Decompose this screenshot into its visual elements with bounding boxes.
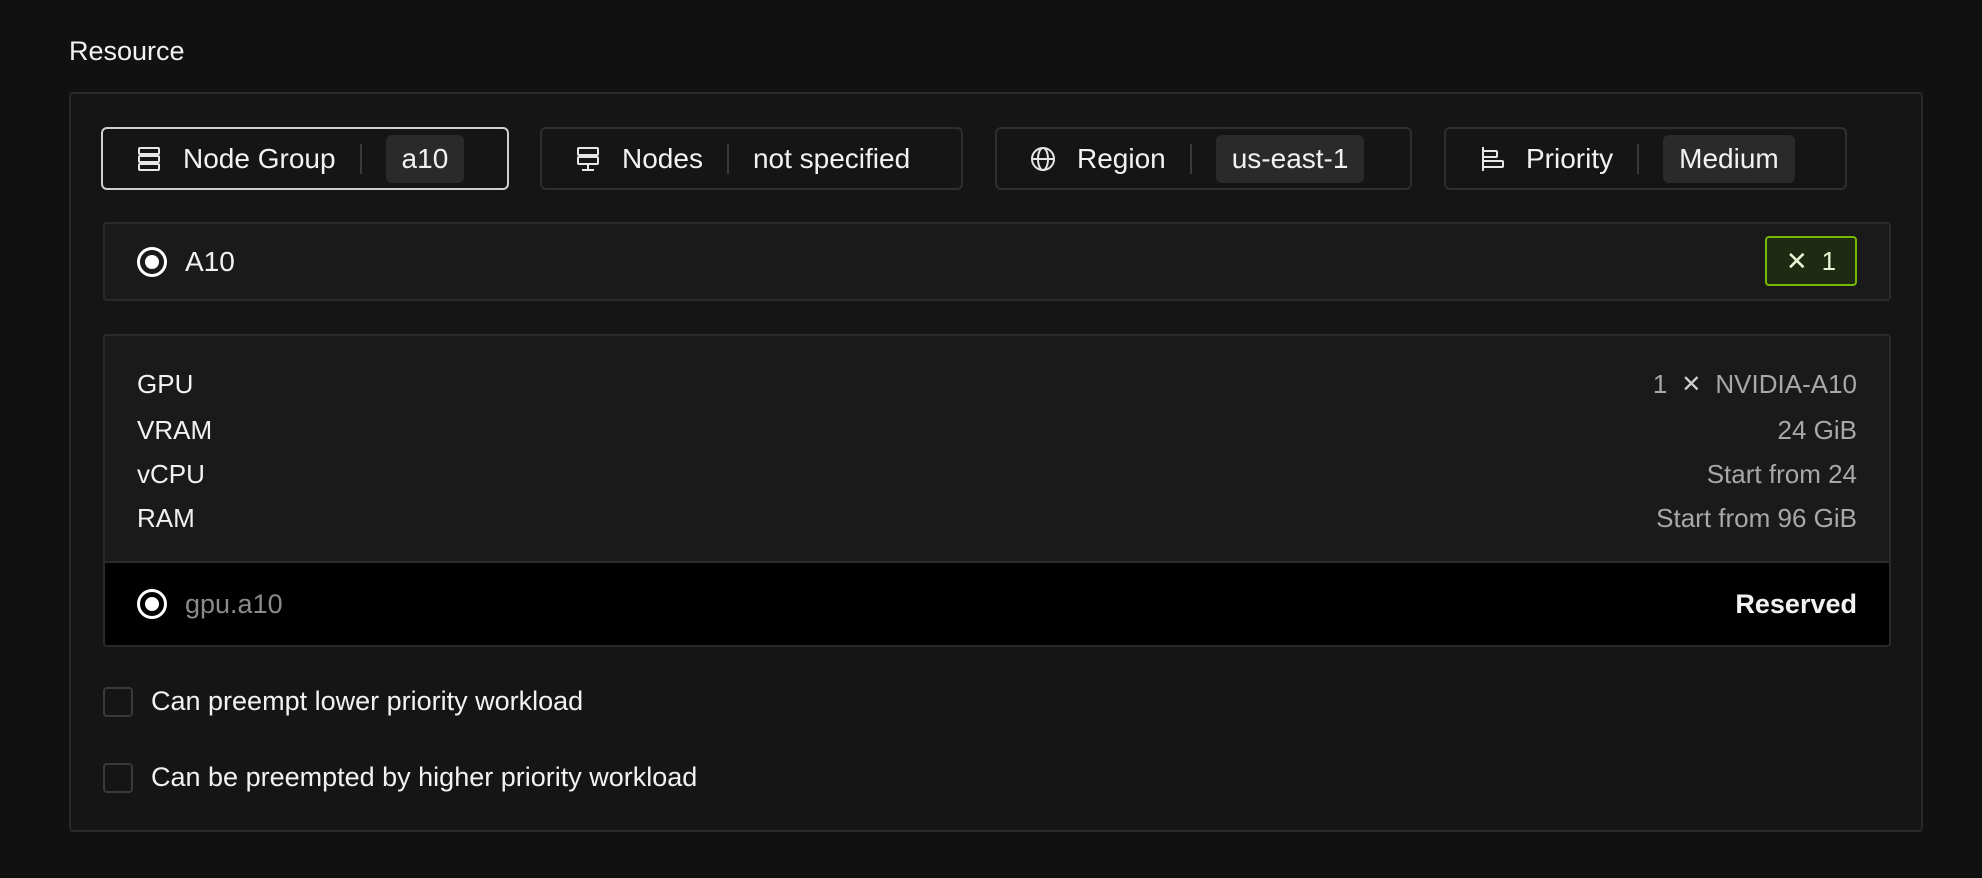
- instance-option[interactable]: gpu.a10 Reserved: [105, 561, 1889, 645]
- node-group-value: a10: [385, 134, 465, 183]
- radio-dot: [145, 254, 159, 269]
- divider: [1637, 143, 1640, 174]
- globe-icon: [1029, 145, 1057, 173]
- node-group-label: Node Group: [183, 142, 336, 174]
- divider: [359, 143, 362, 174]
- count-value: 1: [1821, 245, 1837, 276]
- spec-value: 24 GiB: [1777, 414, 1858, 445]
- checkbox-label: Can be preempted by higher priority work…: [151, 762, 698, 792]
- multiply-icon: ✕: [1681, 370, 1702, 398]
- spec-key: VRAM: [137, 414, 213, 445]
- spec-row-vram: VRAM 24 GiB: [137, 410, 1857, 450]
- radio-selected[interactable]: [137, 589, 167, 619]
- instance-name: gpu.a10: [185, 588, 283, 619]
- priority-icon: [1478, 145, 1506, 173]
- spec-key: vCPU: [137, 458, 205, 489]
- spec-key: GPU: [137, 368, 194, 399]
- spec-key: RAM: [137, 502, 195, 533]
- preempted-by-higher-option[interactable]: Can be preempted by higher priority work…: [103, 762, 697, 793]
- node-group-option-label: A10: [185, 245, 235, 277]
- region-filter[interactable]: Region us-east-1: [995, 127, 1412, 190]
- nodes-label: Nodes: [622, 142, 703, 174]
- spec-row-ram: RAM Start from 96 GiB: [137, 498, 1857, 538]
- radio-dot: [145, 597, 159, 611]
- checkbox-label: Can preempt lower priority workload: [151, 686, 584, 716]
- spec-box: GPU 1 ✕ NVIDIA-A10 VRAM 24 GiB vCPU Star…: [103, 334, 1891, 647]
- node-group-filter[interactable]: Node Group a10: [101, 127, 509, 190]
- server-icon: [574, 145, 602, 173]
- gpu-model: NVIDIA-A10: [1715, 368, 1857, 399]
- checkbox[interactable]: [103, 686, 133, 717]
- spec-row-gpu: GPU 1 ✕ NVIDIA-A10: [137, 364, 1857, 404]
- nodes-value: not specified: [752, 142, 911, 174]
- multiply-icon: ✕: [1785, 245, 1808, 276]
- section-title: Resource: [69, 36, 185, 66]
- priority-filter[interactable]: Priority Medium: [1444, 127, 1847, 190]
- count-badge[interactable]: ✕ 1: [1765, 236, 1857, 286]
- spec-row-vcpu: vCPU Start from 24: [137, 454, 1857, 494]
- nodes-filter[interactable]: Nodes not specified: [540, 127, 963, 190]
- region-label: Region: [1077, 142, 1166, 174]
- divider: [726, 143, 729, 174]
- radio-selected[interactable]: [137, 246, 167, 277]
- server-stack-icon: [135, 145, 163, 173]
- spec-value: Start from 24: [1706, 458, 1857, 489]
- spec-value: Start from 96 GiB: [1656, 502, 1857, 533]
- priority-label: Priority: [1526, 142, 1614, 174]
- priority-value: Medium: [1663, 134, 1795, 183]
- preempt-lower-option[interactable]: Can preempt lower priority workload: [103, 686, 583, 717]
- spec-value: 1 ✕ NVIDIA-A10: [1653, 369, 1857, 400]
- node-group-option-a10[interactable]: A10 ✕ 1: [103, 222, 1891, 301]
- checkbox[interactable]: [103, 762, 133, 793]
- region-value: us-east-1: [1215, 134, 1365, 183]
- instance-status: Reserved: [1735, 588, 1857, 619]
- gpu-count: 1: [1652, 368, 1668, 399]
- divider: [1189, 143, 1192, 174]
